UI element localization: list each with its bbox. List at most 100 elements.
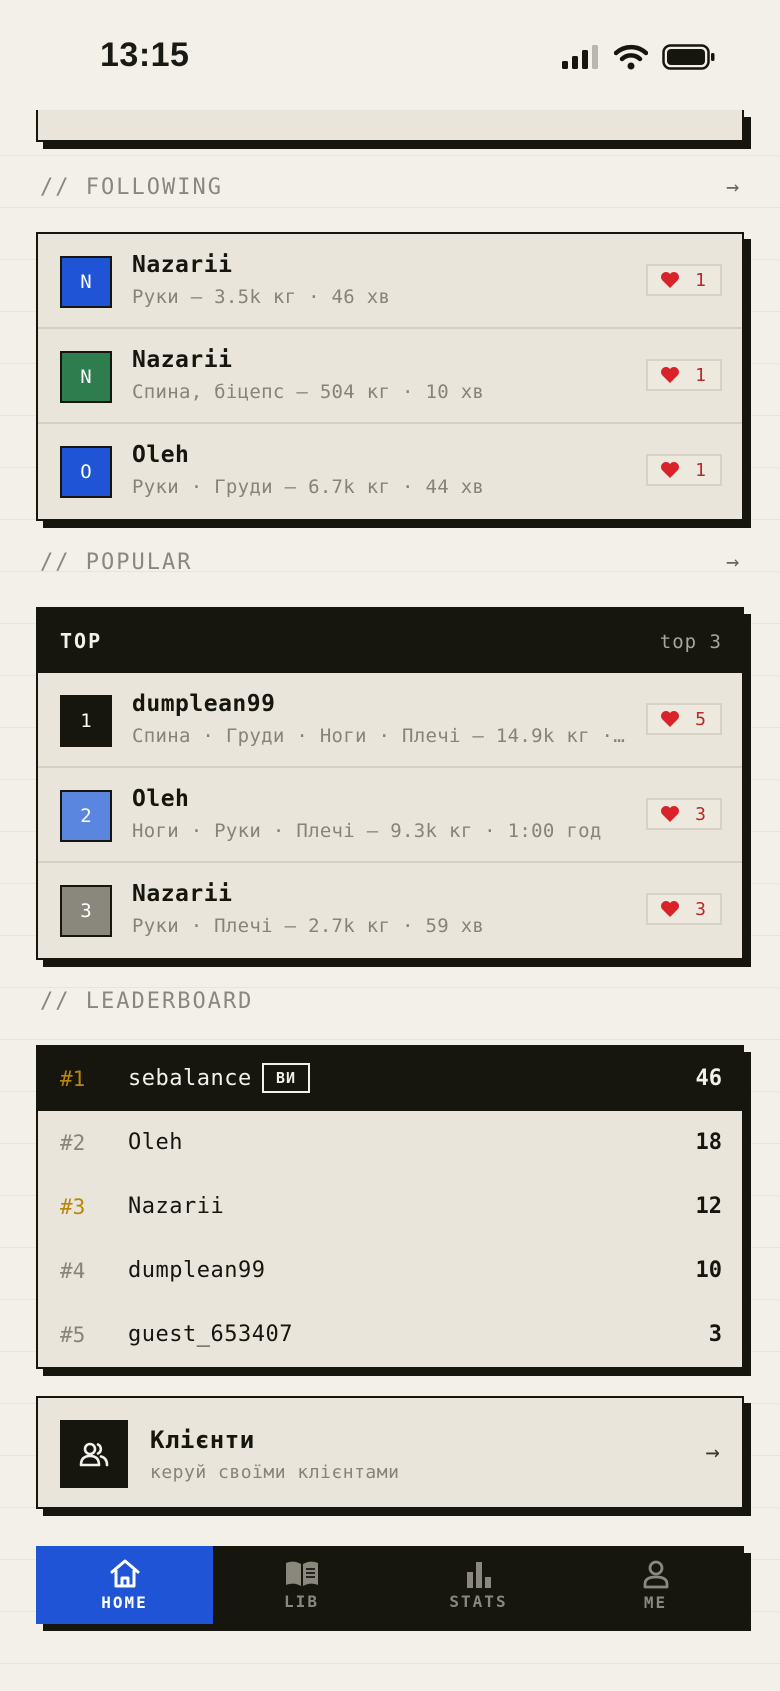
like-count: 3: [695, 803, 706, 825]
leaderboard-rank: #4: [60, 1259, 86, 1283]
tab-me[interactable]: ME: [567, 1546, 744, 1624]
leaderboard-row[interactable]: #5 guest_653407 3: [38, 1303, 742, 1367]
leaderboard-rank: #2: [60, 1131, 86, 1155]
feed-item-name: Oleh: [132, 442, 190, 468]
heart-icon: [661, 272, 679, 288]
feed-item-summary: Спина · Груди · Ноги · Плечі — 14.9k кг …: [132, 725, 627, 747]
heart-icon: [661, 711, 679, 727]
avatar: O: [60, 446, 112, 498]
heart-icon: [661, 462, 679, 478]
clients-card[interactable]: Клієнти керуй своїми клієнтами →: [36, 1396, 744, 1509]
feed-item-summary: Руки — 3.5k кг · 46 хв: [132, 286, 391, 308]
rank-avatar: 2: [60, 790, 112, 842]
feed-item-name: Nazarii: [132, 881, 233, 907]
feed-item[interactable]: 3 Nazarii Руки · Плечі — 2.7k кг · 59 хв…: [38, 863, 742, 958]
cellular-signal-icon: [562, 45, 598, 69]
leaderboard-rank: #5: [60, 1323, 86, 1347]
top-count: top 3: [659, 631, 722, 653]
home-icon: [110, 1559, 139, 1587]
like-count: 1: [695, 269, 706, 291]
leaderboard-name: Oleh: [128, 1130, 183, 1155]
avatar: N: [60, 256, 112, 308]
leaderboard-row-me[interactable]: #1 sebalance ВИ 46: [38, 1047, 742, 1111]
leaderboard-score: 10: [695, 1258, 723, 1283]
tab-label: ME: [643, 1592, 668, 1612]
leaderboard-rank: #3: [60, 1195, 86, 1219]
feed-item-summary: Ноги · Руки · Плечі — 9.3k кг · 1:00 год: [132, 820, 602, 842]
leaderboard-name: Nazarii: [128, 1194, 225, 1219]
battery-icon: [662, 44, 715, 70]
feed-item[interactable]: N Nazarii Спина, біцепс — 504 кг · 10 хв…: [38, 329, 742, 424]
top-label: TOP: [60, 629, 103, 653]
tab-lib[interactable]: LIB: [213, 1546, 390, 1624]
status-icons: [562, 44, 716, 70]
status-bar: 13:15: [0, 0, 780, 110]
clients-icon-box: [60, 1420, 128, 1488]
tab-label: STATS: [449, 1591, 508, 1611]
tab-stats[interactable]: STATS: [390, 1546, 567, 1624]
feed-item-summary: Руки · Груди — 6.7k кг · 44 хв: [132, 476, 485, 498]
leaderboard-score: 3: [708, 1322, 722, 1347]
leaderboard-row[interactable]: #2 Oleh 18: [38, 1111, 742, 1175]
following-section-title: // FOLLOWING: [40, 175, 223, 200]
feed-item[interactable]: N Nazarii Руки — 3.5k кг · 46 хв 1: [38, 234, 742, 329]
like-count: 1: [695, 459, 706, 481]
feed-item-name: Nazarii: [132, 252, 233, 278]
book-icon: [285, 1561, 318, 1586]
following-more-arrow-icon[interactable]: →: [726, 175, 739, 200]
like-count: 3: [695, 898, 706, 920]
wifi-icon: [614, 44, 648, 70]
feed-item-summary: Руки · Плечі — 2.7k кг · 59 хв: [132, 915, 485, 937]
leaderboard-section-title: // LEADERBOARD: [40, 989, 254, 1014]
like-count: 5: [695, 708, 706, 730]
like-button[interactable]: 3: [646, 893, 722, 925]
arrow-right-icon: →: [705, 1438, 720, 1466]
tab-label: HOME: [101, 1592, 148, 1612]
leaderboard-name: dumplean99: [128, 1258, 266, 1283]
top-header: TOP top 3: [38, 609, 742, 673]
feed-item-name: Oleh: [132, 786, 190, 812]
feed-item[interactable]: 1 dumplean99 Спина · Груди · Ноги · Плеч…: [38, 673, 742, 768]
like-button[interactable]: 1: [646, 359, 722, 391]
feed-item[interactable]: 2 Oleh Ноги · Руки · Плечі — 9.3k кг · 1…: [38, 768, 742, 863]
leaderboard: #1 sebalance ВИ 46 #2 Oleh 18 #3 Nazarii…: [36, 1045, 744, 1369]
me-badge: ВИ: [262, 1063, 310, 1093]
popular-section-title: // POPULAR: [40, 550, 193, 575]
feed-item[interactable]: O Oleh Руки · Груди — 6.7k кг · 44 хв 1: [38, 424, 742, 519]
clients-subtitle: керуй своїми клієнтами: [150, 1462, 400, 1483]
leaderboard-row[interactable]: #3 Nazarii 12: [38, 1175, 742, 1239]
bottom-tab-bar: HOME LIB STATS ME: [36, 1546, 744, 1624]
leaderboard-score: 18: [695, 1130, 723, 1155]
like-button[interactable]: 5: [646, 703, 722, 735]
leaderboard-score: 12: [695, 1194, 723, 1219]
tab-home[interactable]: HOME: [36, 1546, 213, 1624]
rank-avatar: 1: [60, 695, 112, 747]
people-icon: [79, 1442, 109, 1467]
heart-icon: [661, 806, 679, 822]
popular-feed: TOP top 3 1 dumplean99 Спина · Груди · Н…: [36, 607, 744, 960]
bar-chart-icon: [466, 1561, 491, 1588]
feed-item-name: dumplean99: [132, 691, 276, 717]
like-button[interactable]: 3: [646, 798, 722, 830]
previous-card: [36, 110, 744, 142]
feed-item-name: Nazarii: [132, 347, 233, 373]
tab-label: LIB: [284, 1591, 319, 1611]
leaderboard-rank: #1: [60, 1067, 86, 1091]
clients-title: Клієнти: [150, 1426, 255, 1454]
like-button[interactable]: 1: [646, 264, 722, 296]
heart-icon: [661, 367, 679, 383]
leaderboard-name: sebalance: [128, 1066, 252, 1091]
leaderboard-name: guest_653407: [128, 1322, 293, 1347]
popular-more-arrow-icon[interactable]: →: [726, 550, 739, 575]
following-feed: N Nazarii Руки — 3.5k кг · 46 хв 1 N Naz…: [36, 232, 744, 521]
leaderboard-row[interactable]: #4 dumplean99 10: [38, 1239, 742, 1303]
status-time: 13:15: [100, 36, 190, 74]
person-icon: [643, 1560, 668, 1588]
rank-avatar: 3: [60, 885, 112, 937]
like-count: 1: [695, 364, 706, 386]
leaderboard-score: 46: [695, 1066, 723, 1091]
avatar: N: [60, 351, 112, 403]
like-button[interactable]: 1: [646, 454, 722, 486]
feed-item-summary: Спина, біцепс — 504 кг · 10 хв: [132, 381, 485, 403]
heart-icon: [661, 901, 679, 917]
